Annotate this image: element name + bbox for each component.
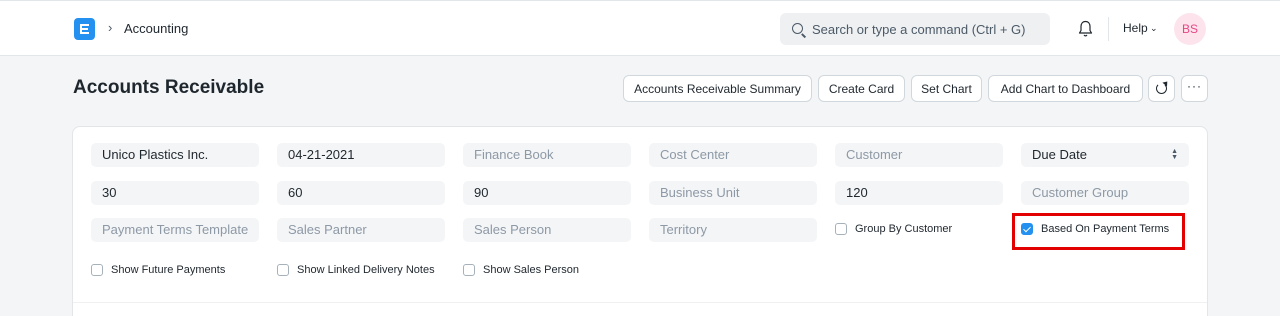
more-options-button[interactable]: ··· — [1181, 75, 1208, 102]
app-logo-icon[interactable] — [74, 18, 95, 40]
checkbox-box[interactable] — [463, 264, 475, 276]
navbar-divider — [1108, 17, 1109, 41]
sales-partner-field[interactable]: Sales Partner — [277, 218, 445, 242]
refresh-icon — [1156, 83, 1167, 94]
help-dropdown[interactable]: Help — [1123, 21, 1148, 36]
company-field[interactable]: Unico Plastics Inc. — [91, 143, 259, 167]
range4-field[interactable]: 120 — [835, 181, 1003, 205]
ageing-based-on-value: Due Date — [1032, 147, 1087, 162]
show-sales-person-checkbox[interactable]: Show Sales Person — [463, 264, 579, 276]
territory-field[interactable]: Territory — [649, 218, 817, 242]
checkbox-box[interactable] — [91, 264, 103, 276]
range3-field[interactable]: 90 — [463, 181, 631, 205]
chevron-right-icon: › — [108, 20, 113, 35]
report-date-field[interactable]: 04-21-2021 — [277, 143, 445, 167]
select-arrows-icon: ▲ ▼ — [1171, 148, 1178, 161]
search-input[interactable] — [812, 20, 1042, 38]
awesomebar[interactable] — [780, 13, 1050, 45]
refresh-button[interactable] — [1148, 75, 1175, 102]
breadcrumb-accounting[interactable]: Accounting — [124, 21, 188, 37]
customer-group-field[interactable]: Customer Group — [1021, 181, 1189, 205]
group-by-customer-checkbox[interactable]: Group By Customer — [835, 223, 952, 235]
range1-field[interactable]: 30 — [91, 181, 259, 205]
ageing-based-on-select[interactable]: Due Date ▲ ▼ — [1021, 143, 1189, 167]
page-title: Accounts Receivable — [73, 77, 265, 98]
search-icon — [792, 23, 803, 34]
highlight-box — [1012, 213, 1185, 250]
business-unit-field[interactable]: Business Unit — [649, 181, 817, 205]
accounts-receivable-summary-button[interactable]: Accounts Receivable Summary — [623, 75, 812, 102]
checkbox-label: Show Sales Person — [483, 264, 579, 276]
section-divider — [73, 302, 1207, 303]
checkbox-label: Show Future Payments — [111, 264, 226, 276]
checkbox-box[interactable] — [277, 264, 289, 276]
chevron-down-icon[interactable]: ⌄ — [1150, 21, 1158, 36]
checkbox-label: Show Linked Delivery Notes — [297, 264, 435, 276]
show-future-payments-checkbox[interactable]: Show Future Payments — [91, 264, 225, 276]
more-icon: ··· — [1187, 79, 1202, 93]
add-chart-to-dashboard-button[interactable]: Add Chart to Dashboard — [988, 75, 1143, 102]
navbar: › Accounting Help ⌄ BS — [0, 0, 1280, 56]
set-chart-button[interactable]: Set Chart — [911, 75, 982, 102]
cost-center-field[interactable]: Cost Center — [649, 143, 817, 167]
customer-field[interactable]: Customer — [835, 143, 1003, 167]
notification-bell-icon[interactable] — [1078, 20, 1093, 38]
payment-terms-template-field[interactable]: Payment Terms Template — [91, 218, 259, 242]
show-linked-delivery-notes-checkbox[interactable]: Show Linked Delivery Notes — [277, 264, 435, 276]
avatar[interactable]: BS — [1174, 13, 1206, 45]
checkbox-box[interactable] — [835, 223, 847, 235]
create-card-button[interactable]: Create Card — [818, 75, 905, 102]
finance-book-field[interactable]: Finance Book — [463, 143, 631, 167]
range2-field[interactable]: 60 — [277, 181, 445, 205]
sales-person-field[interactable]: Sales Person — [463, 218, 631, 242]
checkbox-label: Group By Customer — [855, 223, 953, 235]
